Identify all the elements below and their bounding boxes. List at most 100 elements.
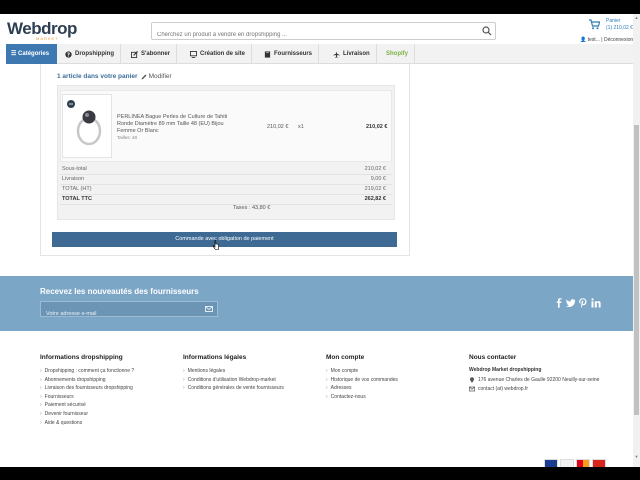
footer-col-title: Informations dropshipping	[40, 354, 123, 361]
footer-link[interactable]: Livraison des fournisseurs dropshipping	[40, 384, 134, 393]
edit-icon	[131, 50, 138, 58]
summary-value: 219,02 €	[364, 186, 386, 192]
nav-item-site-creation[interactable]: Création de site	[184, 44, 253, 64]
site-header: Webdrop MARKET Panier (1) 210,02 € 👤 tes…	[0, 14, 640, 44]
footer-col-contact: Nous contacter Webdrop Market dropshippi…	[469, 354, 627, 395]
footer-link[interactable]: Contactez-nous	[326, 393, 398, 402]
summary-row-subtotal: Sous-total 210,02 €	[60, 165, 392, 175]
book-icon	[264, 50, 271, 58]
scroll-down-icon[interactable]: ▼	[634, 454, 639, 460]
summary-value: 9,00 €	[370, 176, 386, 182]
address-row: 176 avenue Charles de Gaulle 92200 Neuil…	[469, 377, 627, 383]
linkedin-icon[interactable]	[591, 298, 601, 308]
newsletter-email-input[interactable]	[41, 307, 201, 321]
nav-item-label: Dropshipping	[75, 51, 114, 57]
cart-label[interactable]: Panier	[606, 18, 620, 24]
nav-item-subscribe[interactable]: S'abonner	[125, 44, 178, 64]
twitter-icon[interactable]	[566, 298, 576, 308]
search-icon[interactable]	[482, 26, 492, 36]
cursor-icon	[213, 240, 219, 250]
summary-row-total-ht: TOTAL (HT) 219,02 €	[60, 185, 392, 195]
summary-row-shipping: Livraison 9,00 €	[60, 175, 392, 185]
summary-label: Sous-total	[62, 166, 87, 172]
nav-item-suppliers[interactable]: Fournisseurs	[258, 44, 320, 64]
newsletter-title: Recevez les nouveautés des fournisseurs	[40, 287, 199, 296]
footer-col-account: Mon compte Mon compte Historique de vos …	[326, 354, 398, 401]
user-icon: 👤	[580, 37, 587, 43]
footer-link[interactable]: Abonnements dropshipping	[40, 376, 134, 385]
email-row: contact (at) webdrop.fr	[469, 386, 627, 392]
pinterest-icon[interactable]	[578, 298, 588, 308]
product-thumbnail[interactable]	[62, 94, 112, 158]
summary-value: 262,82 €	[364, 196, 386, 202]
place-order-button[interactable]: Commande avec obligation de paiement	[52, 232, 397, 247]
footer-link[interactable]: Paiement sécurisé	[40, 401, 134, 410]
plane-icon	[333, 50, 340, 58]
scroll-up-icon[interactable]: ▲	[634, 15, 639, 21]
footer-link[interactable]: Conditions d'utilisation Webdrop-market	[183, 376, 284, 385]
summary-label: TOTAL TTC	[62, 196, 92, 202]
monitor-icon	[190, 50, 197, 58]
main-nav: ☰ Catégories ? Dropshipping S'abonner Cr…	[6, 44, 634, 64]
question-icon: ?	[65, 50, 72, 58]
footer-col-legal: Informations légales Mentions légales Co…	[183, 354, 284, 393]
user-menu: 👤 test... | Déconnexion	[580, 37, 633, 43]
top-black-bar	[0, 0, 640, 14]
envelope-icon[interactable]	[205, 305, 213, 313]
nav-item-dropshipping[interactable]: ? Dropshipping	[59, 44, 121, 64]
nav-item-label: Fournisseurs	[274, 51, 313, 57]
user-separator: |	[601, 37, 603, 43]
cart-title-row: 1 article dans votre panier Modifier	[57, 73, 172, 80]
pencil-icon	[141, 74, 147, 79]
footer-link[interactable]: Fournisseurs	[40, 393, 134, 402]
summary-label: TOTAL (HT)	[62, 186, 92, 192]
product-unit-price: 210,02 €	[267, 124, 289, 130]
company-name: Webdrop Market dropshipping	[469, 367, 542, 373]
map-pin-icon	[470, 377, 474, 383]
user-name[interactable]: test...	[588, 37, 600, 43]
address-text: 176 avenue Charles de Gaulle 92200 Neuil…	[478, 377, 600, 383]
search-input[interactable]	[152, 27, 472, 43]
summary-value: 210,02 €	[364, 166, 386, 172]
footer-link[interactable]: Devenir fournisseur	[40, 410, 134, 419]
logo-tagline: MARKET	[36, 36, 59, 41]
product-attribute: Tailles: 48	[117, 135, 138, 140]
footer-link[interactable]: Mentions légales	[183, 367, 284, 376]
nav-item-shopify[interactable]: Shopify	[380, 44, 415, 64]
footer-col-title: Mon compte	[326, 354, 365, 361]
footer-link[interactable]: Dropshipping : comment ça fonctionne ?	[40, 367, 135, 376]
cart-icon[interactable]	[588, 18, 600, 30]
nav-item-label: S'abonner	[141, 51, 171, 57]
summary-label: Livraison	[62, 176, 85, 182]
footer-link[interactable]: Mon compte	[326, 367, 398, 376]
footer-link[interactable]: Historique de vos commandes	[326, 376, 398, 385]
facebook-icon[interactable]	[554, 298, 564, 308]
modify-link[interactable]: Modifier	[141, 73, 172, 80]
nav-item-label: Shopify	[386, 51, 408, 57]
scrollbar-thumb[interactable]	[634, 125, 639, 415]
contact-email[interactable]: contact (at) webdrop.fr	[478, 386, 528, 392]
modify-label: Modifier	[148, 73, 172, 80]
nav-item-label: Création de site	[200, 51, 246, 57]
summary-row-total-ttc: TOTAL TTC 262,82 €	[60, 195, 392, 205]
svg-text:?: ?	[67, 52, 70, 58]
menu-icon: ☰	[11, 51, 19, 57]
nav-item-delivery[interactable]: Livraison	[327, 44, 377, 64]
footer-col-dropshipping: Informations dropshipping Dropshipping :…	[40, 354, 134, 427]
nav-categories-button[interactable]: ☰ Catégories	[6, 44, 57, 64]
product-line-total: 210,02 €	[366, 124, 388, 130]
footer-link[interactable]: Conditions générales de vente fournisseu…	[183, 384, 284, 393]
nav-item-label: Livraison	[343, 51, 370, 57]
cart-title: 1 article dans votre panier	[57, 73, 138, 80]
newsletter-form	[40, 301, 218, 321]
logout-link[interactable]: Déconnexion	[604, 37, 633, 43]
ring-image	[67, 100, 102, 146]
taxes-amount: Taxes : 43,80 €	[233, 205, 271, 211]
bottom-black-bar	[0, 467, 640, 480]
cart-total[interactable]: (1) 210,02 €	[606, 25, 633, 31]
product-quantity: x1	[298, 124, 304, 130]
product-name[interactable]: PERLINEA Bague Perles de Culture de Tahi…	[117, 114, 229, 135]
nav-categories-label: Catégories	[18, 51, 50, 57]
footer-link[interactable]: Adresses	[326, 384, 398, 393]
footer-link[interactable]: Aide & questions	[40, 419, 134, 428]
